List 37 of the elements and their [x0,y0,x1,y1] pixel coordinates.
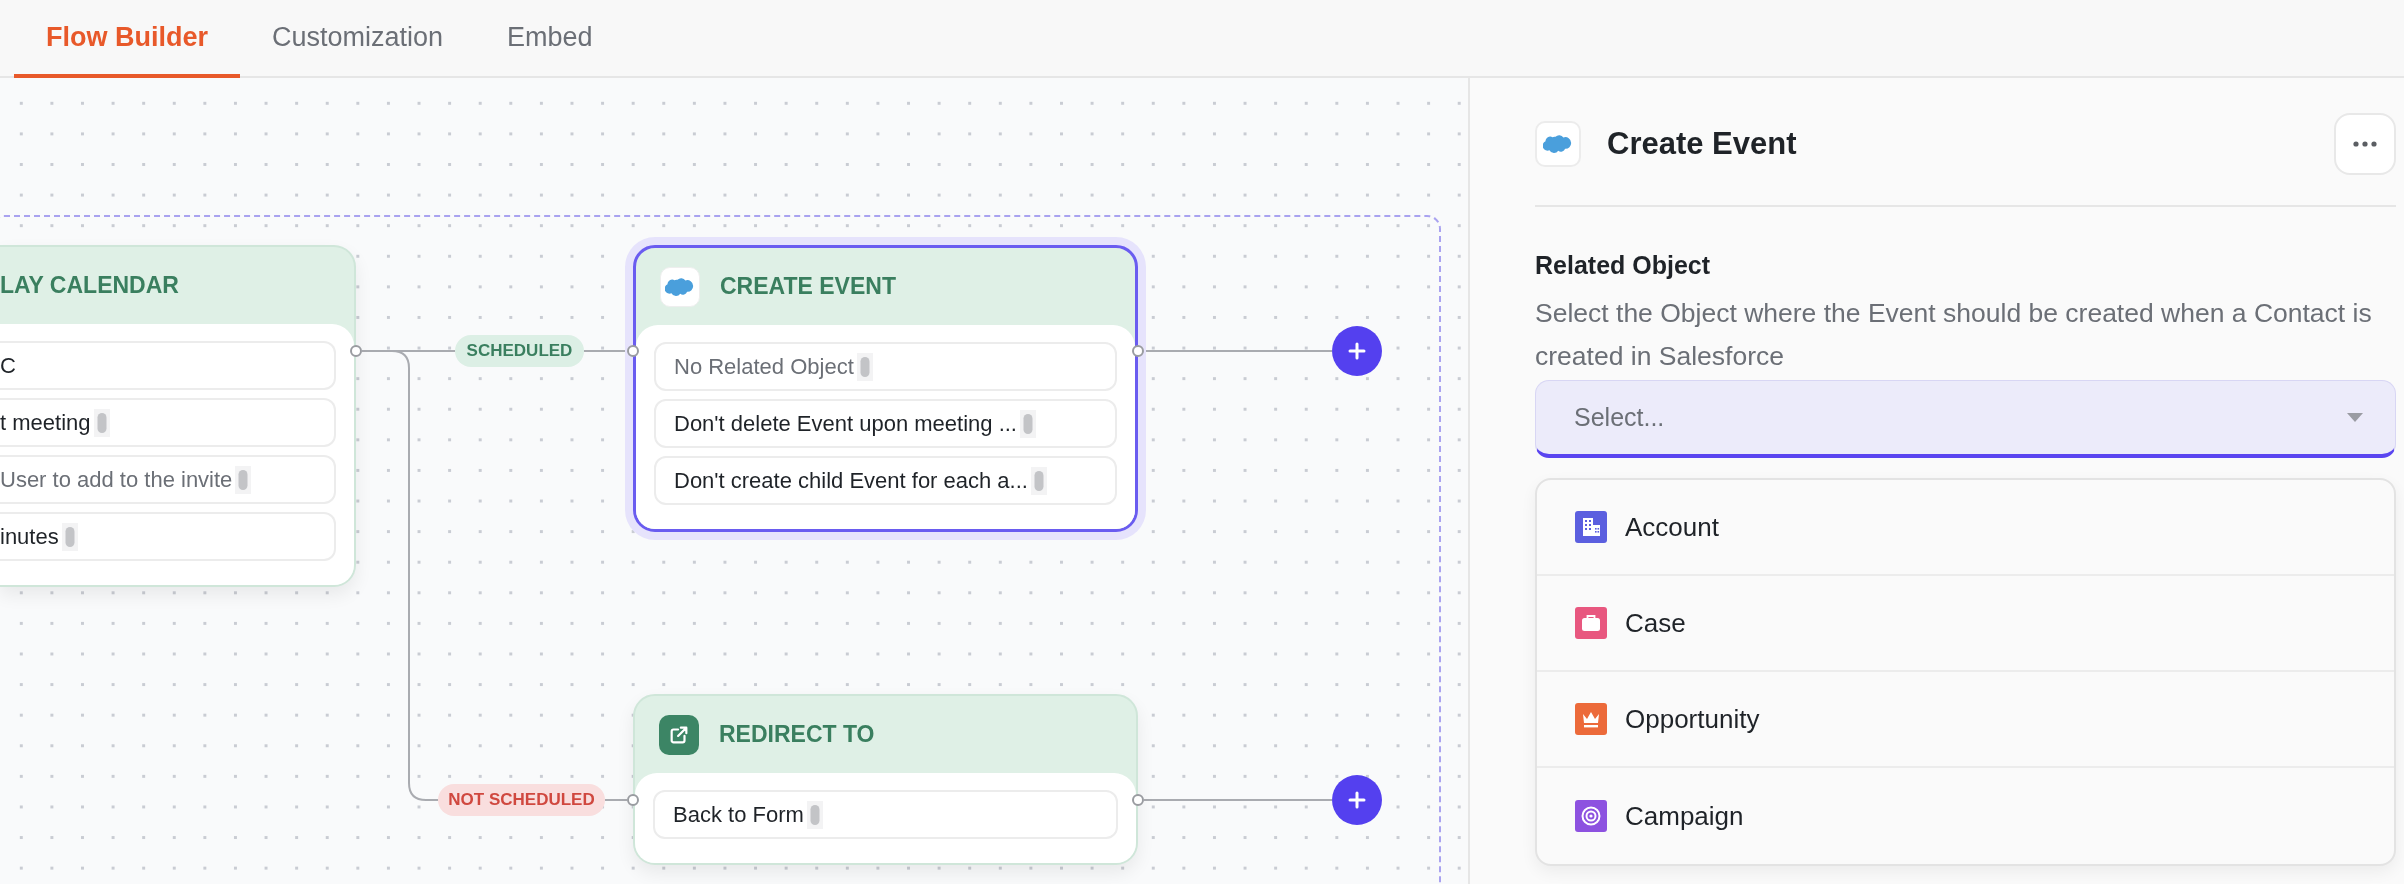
plus-icon [1347,341,1367,361]
flow-node[interactable]: LAY CALENDAR C t meeting User to add to the invite inutes [0,245,356,587]
cloud-icon [660,266,700,307]
node-field[interactable]: Back to Form [653,790,1118,839]
caret-icon [2347,413,2363,422]
connector-port[interactable] [627,794,639,806]
plus-icon [1347,790,1367,810]
node-title: LAY CALENDAR [0,272,179,299]
connector-line [605,799,627,801]
tab[interactable]: Customization [240,0,476,78]
connector-line [584,350,627,352]
field-label: Related Object [1535,251,1712,280]
field-description: Select the Object where the Event should be created when a Contact is created in Salesforce [1535,297,2373,373]
dropdown-option[interactable]: Opportunity [1537,672,2394,768]
tab[interactable]: Embed [475,0,625,78]
dropdown-option[interactable]: Account [1537,480,2394,576]
dropdown-option[interactable]: Case [1537,576,2394,672]
cloud-icon [1535,121,1581,167]
node-field[interactable]: Don't create child Event for each a... [654,456,1117,505]
dropdown-option[interactable]: Campaign [1537,768,2394,864]
flow-node[interactable]: REDIRECT TO Back to Form [633,694,1138,865]
panel-title: Create Event [1607,126,1798,162]
add-step-button[interactable] [1332,775,1382,825]
more-icon [2353,141,2377,147]
edge-label: SCHEDULED [455,335,584,367]
edge-label: NOT SCHEDULED [438,784,605,816]
node-field[interactable]: t meeting [0,398,336,447]
node-title: CREATE EVENT [720,273,896,300]
node-field[interactable]: User to add to the invite [0,455,336,504]
select-field[interactable]: Select... [1535,380,2396,458]
add-step-button[interactable] [1332,326,1382,376]
node-field[interactable]: C [0,341,336,390]
node-field[interactable]: Don't delete Event upon meeting ... [654,399,1117,448]
external-link-icon [659,714,699,755]
node-field[interactable]: No Related Object [654,342,1117,391]
node-field[interactable]: inutes [0,512,336,561]
node-title: REDIRECT TO [719,721,875,748]
